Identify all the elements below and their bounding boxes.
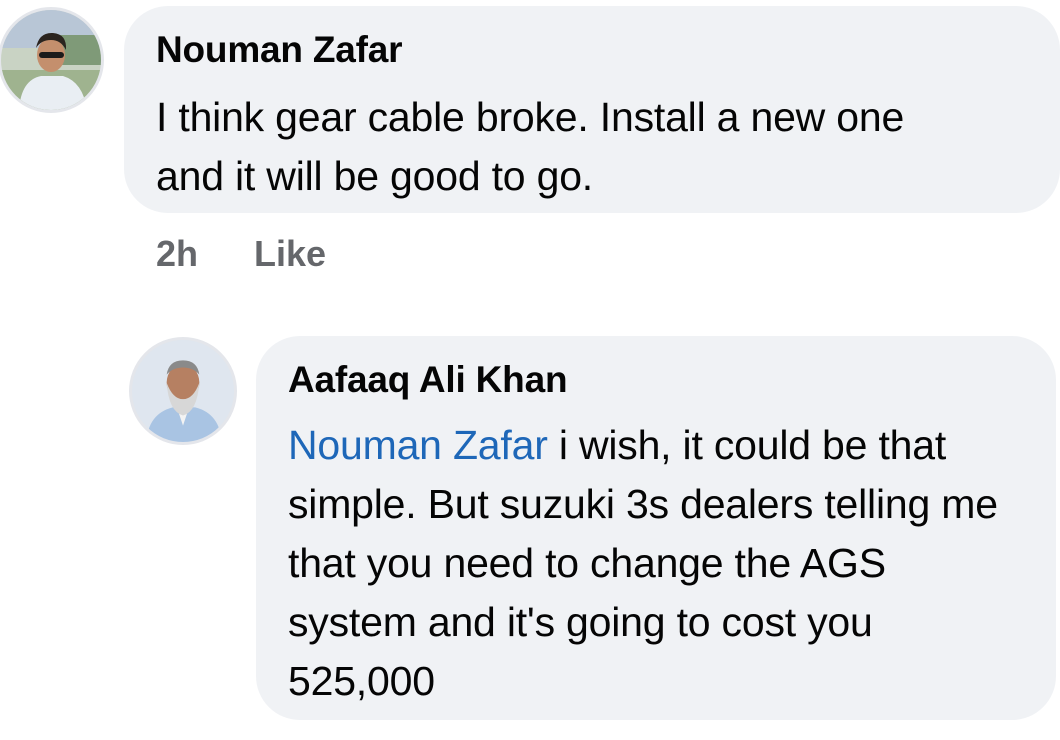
reply-text: Nouman Zafar i wish, it could be that si… <box>288 416 1008 711</box>
commenter-avatar[interactable] <box>0 7 104 113</box>
like-button[interactable]: Like <box>254 233 326 274</box>
profile-photo <box>1 10 101 110</box>
comment-bubble[interactable]: Nouman Zafar I think gear cable broke. I… <box>124 6 1060 213</box>
comment-timestamp[interactable]: 2h <box>156 233 198 274</box>
reply-author[interactable]: Aafaaq Ali Khan <box>288 358 1016 402</box>
comment-author[interactable]: Nouman Zafar <box>156 28 1020 72</box>
comment-text: I think gear cable broke. Install a new … <box>156 94 905 199</box>
comment-actions: 2h Like <box>156 234 326 274</box>
mention-link[interactable]: Nouman Zafar <box>288 422 548 468</box>
replier-avatar[interactable] <box>129 337 237 445</box>
profile-photo <box>132 340 234 442</box>
reply-bubble[interactable]: Aafaaq Ali Khan Nouman Zafar i wish, it … <box>256 336 1056 720</box>
